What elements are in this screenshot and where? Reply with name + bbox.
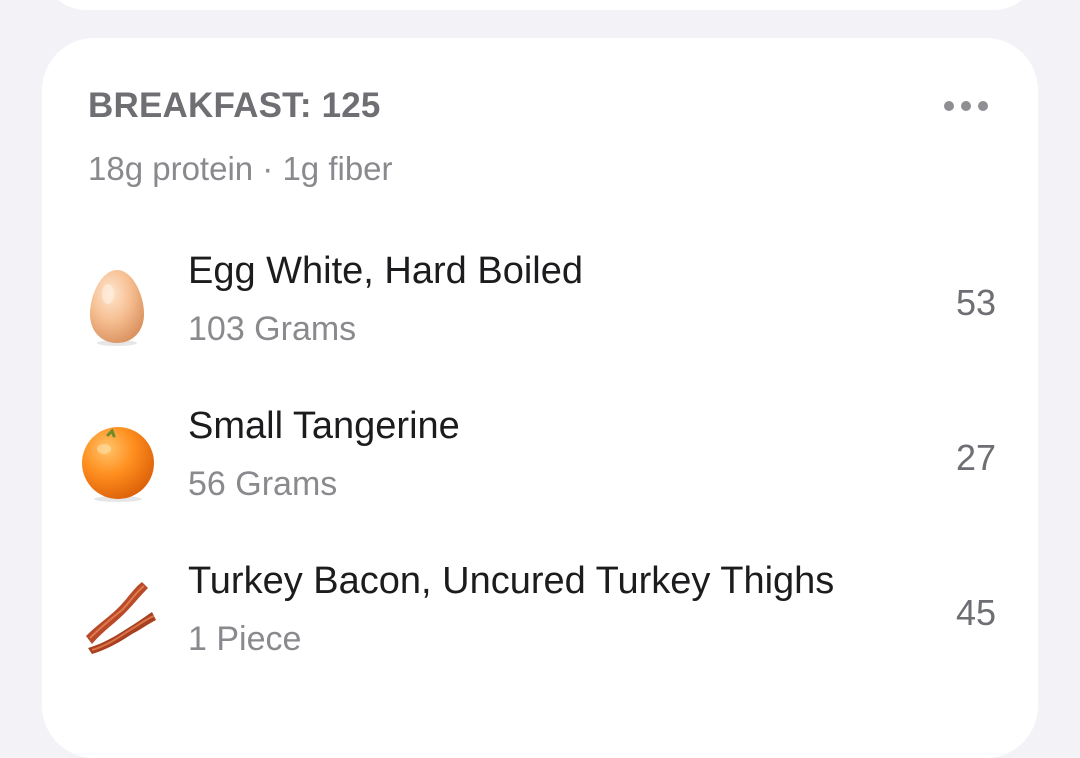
meal-nutrition-summary: 18g protein · 1g fiber [88,150,393,187]
egg-icon [90,270,144,346]
food-amount: 56 Grams [188,465,338,503]
bacon-icon [86,582,156,654]
tangerine-icon [82,427,154,502]
more-horizontal-icon [944,101,954,111]
food-name: Small Tangerine [188,405,460,447]
food-item-turkey-bacon[interactable]: Turkey Bacon, Uncured Turkey Thighs 1 Pi… [42,554,1038,684]
food-name: Turkey Bacon, Uncured Turkey Thighs [188,560,835,602]
food-calories: 45 [955,592,996,633]
food-item-small-tangerine[interactable]: Small Tangerine 56 Grams 27 [42,399,1038,529]
meal-title: BREAKFAST: 125 [88,86,381,125]
more-options-button[interactable] [944,94,988,118]
breakfast-card: BREAKFAST: 125 18g protein · 1g fiber Eg… [42,38,1038,758]
food-calories: 53 [955,282,996,323]
food-calories: 27 [955,437,996,478]
food-item-egg-white[interactable]: Egg White, Hard Boiled 103 Grams 53 [42,244,1038,374]
food-name: Egg White, Hard Boiled [188,250,583,292]
food-amount: 103 Grams [188,310,357,348]
food-amount: 1 Piece [188,620,302,658]
previous-card [42,0,1038,10]
